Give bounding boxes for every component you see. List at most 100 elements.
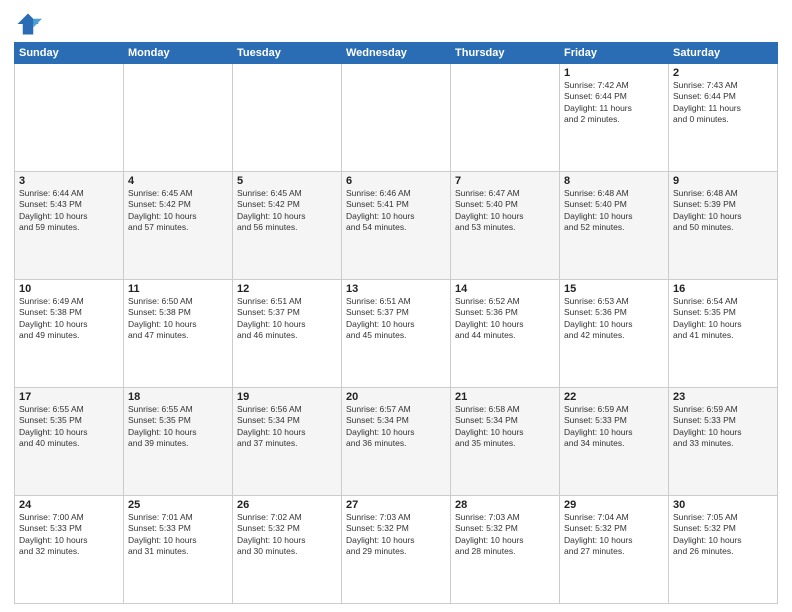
day-number: 14 xyxy=(455,283,555,295)
day-cell: 28Sunrise: 7:03 AM Sunset: 5:32 PM Dayli… xyxy=(451,496,560,604)
day-cell: 23Sunrise: 6:59 AM Sunset: 5:33 PM Dayli… xyxy=(669,388,778,496)
day-cell xyxy=(124,64,233,172)
day-cell: 22Sunrise: 6:59 AM Sunset: 5:33 PM Dayli… xyxy=(560,388,669,496)
day-number: 7 xyxy=(455,175,555,187)
day-number: 5 xyxy=(237,175,337,187)
day-number: 19 xyxy=(237,391,337,403)
day-cell: 29Sunrise: 7:04 AM Sunset: 5:32 PM Dayli… xyxy=(560,496,669,604)
weekday-header-monday: Monday xyxy=(124,43,233,64)
day-number: 20 xyxy=(346,391,446,403)
day-cell xyxy=(451,64,560,172)
day-cell: 19Sunrise: 6:56 AM Sunset: 5:34 PM Dayli… xyxy=(233,388,342,496)
day-number: 4 xyxy=(128,175,228,187)
day-info: Sunrise: 6:48 AM Sunset: 5:40 PM Dayligh… xyxy=(564,188,664,234)
day-number: 8 xyxy=(564,175,664,187)
day-cell: 13Sunrise: 6:51 AM Sunset: 5:37 PM Dayli… xyxy=(342,280,451,388)
calendar-table: SundayMondayTuesdayWednesdayThursdayFrid… xyxy=(14,42,778,604)
day-info: Sunrise: 7:03 AM Sunset: 5:32 PM Dayligh… xyxy=(455,512,555,558)
day-number: 29 xyxy=(564,499,664,511)
day-cell xyxy=(342,64,451,172)
weekday-header-friday: Friday xyxy=(560,43,669,64)
day-info: Sunrise: 6:46 AM Sunset: 5:41 PM Dayligh… xyxy=(346,188,446,234)
day-number: 30 xyxy=(673,499,773,511)
page: SundayMondayTuesdayWednesdayThursdayFrid… xyxy=(0,0,792,612)
week-row-1: 1Sunrise: 7:42 AM Sunset: 6:44 PM Daylig… xyxy=(15,64,778,172)
day-info: Sunrise: 6:51 AM Sunset: 5:37 PM Dayligh… xyxy=(237,296,337,342)
day-number: 23 xyxy=(673,391,773,403)
day-info: Sunrise: 6:51 AM Sunset: 5:37 PM Dayligh… xyxy=(346,296,446,342)
day-cell: 9Sunrise: 6:48 AM Sunset: 5:39 PM Daylig… xyxy=(669,172,778,280)
day-cell: 18Sunrise: 6:55 AM Sunset: 5:35 PM Dayli… xyxy=(124,388,233,496)
day-cell: 14Sunrise: 6:52 AM Sunset: 5:36 PM Dayli… xyxy=(451,280,560,388)
day-cell: 10Sunrise: 6:49 AM Sunset: 5:38 PM Dayli… xyxy=(15,280,124,388)
day-number: 2 xyxy=(673,67,773,79)
day-cell: 20Sunrise: 6:57 AM Sunset: 5:34 PM Dayli… xyxy=(342,388,451,496)
day-info: Sunrise: 6:59 AM Sunset: 5:33 PM Dayligh… xyxy=(564,404,664,450)
day-cell: 24Sunrise: 7:00 AM Sunset: 5:33 PM Dayli… xyxy=(15,496,124,604)
day-info: Sunrise: 7:02 AM Sunset: 5:32 PM Dayligh… xyxy=(237,512,337,558)
day-info: Sunrise: 7:01 AM Sunset: 5:33 PM Dayligh… xyxy=(128,512,228,558)
week-row-4: 17Sunrise: 6:55 AM Sunset: 5:35 PM Dayli… xyxy=(15,388,778,496)
day-number: 9 xyxy=(673,175,773,187)
weekday-header-saturday: Saturday xyxy=(669,43,778,64)
day-cell: 8Sunrise: 6:48 AM Sunset: 5:40 PM Daylig… xyxy=(560,172,669,280)
day-cell: 15Sunrise: 6:53 AM Sunset: 5:36 PM Dayli… xyxy=(560,280,669,388)
week-row-5: 24Sunrise: 7:00 AM Sunset: 5:33 PM Dayli… xyxy=(15,496,778,604)
weekday-header-wednesday: Wednesday xyxy=(342,43,451,64)
day-cell: 11Sunrise: 6:50 AM Sunset: 5:38 PM Dayli… xyxy=(124,280,233,388)
day-info: Sunrise: 7:42 AM Sunset: 6:44 PM Dayligh… xyxy=(564,80,664,126)
weekday-header-tuesday: Tuesday xyxy=(233,43,342,64)
day-cell: 6Sunrise: 6:46 AM Sunset: 5:41 PM Daylig… xyxy=(342,172,451,280)
day-info: Sunrise: 7:04 AM Sunset: 5:32 PM Dayligh… xyxy=(564,512,664,558)
day-info: Sunrise: 6:58 AM Sunset: 5:34 PM Dayligh… xyxy=(455,404,555,450)
day-cell: 2Sunrise: 7:43 AM Sunset: 6:44 PM Daylig… xyxy=(669,64,778,172)
day-info: Sunrise: 7:43 AM Sunset: 6:44 PM Dayligh… xyxy=(673,80,773,126)
day-cell: 12Sunrise: 6:51 AM Sunset: 5:37 PM Dayli… xyxy=(233,280,342,388)
weekday-header-row: SundayMondayTuesdayWednesdayThursdayFrid… xyxy=(15,43,778,64)
day-info: Sunrise: 6:45 AM Sunset: 5:42 PM Dayligh… xyxy=(237,188,337,234)
day-info: Sunrise: 6:56 AM Sunset: 5:34 PM Dayligh… xyxy=(237,404,337,450)
weekday-header-thursday: Thursday xyxy=(451,43,560,64)
day-number: 15 xyxy=(564,283,664,295)
day-info: Sunrise: 6:59 AM Sunset: 5:33 PM Dayligh… xyxy=(673,404,773,450)
day-number: 22 xyxy=(564,391,664,403)
day-number: 26 xyxy=(237,499,337,511)
day-number: 6 xyxy=(346,175,446,187)
day-cell: 16Sunrise: 6:54 AM Sunset: 5:35 PM Dayli… xyxy=(669,280,778,388)
day-info: Sunrise: 6:47 AM Sunset: 5:40 PM Dayligh… xyxy=(455,188,555,234)
day-number: 1 xyxy=(564,67,664,79)
day-cell xyxy=(15,64,124,172)
day-info: Sunrise: 6:55 AM Sunset: 5:35 PM Dayligh… xyxy=(19,404,119,450)
day-number: 17 xyxy=(19,391,119,403)
day-cell: 7Sunrise: 6:47 AM Sunset: 5:40 PM Daylig… xyxy=(451,172,560,280)
day-cell: 21Sunrise: 6:58 AM Sunset: 5:34 PM Dayli… xyxy=(451,388,560,496)
day-cell: 27Sunrise: 7:03 AM Sunset: 5:32 PM Dayli… xyxy=(342,496,451,604)
day-info: Sunrise: 6:48 AM Sunset: 5:39 PM Dayligh… xyxy=(673,188,773,234)
day-number: 16 xyxy=(673,283,773,295)
day-cell: 17Sunrise: 6:55 AM Sunset: 5:35 PM Dayli… xyxy=(15,388,124,496)
day-cell: 4Sunrise: 6:45 AM Sunset: 5:42 PM Daylig… xyxy=(124,172,233,280)
day-cell: 30Sunrise: 7:05 AM Sunset: 5:32 PM Dayli… xyxy=(669,496,778,604)
day-info: Sunrise: 6:55 AM Sunset: 5:35 PM Dayligh… xyxy=(128,404,228,450)
logo-icon xyxy=(14,10,42,38)
day-number: 28 xyxy=(455,499,555,511)
day-info: Sunrise: 7:00 AM Sunset: 5:33 PM Dayligh… xyxy=(19,512,119,558)
day-info: Sunrise: 6:44 AM Sunset: 5:43 PM Dayligh… xyxy=(19,188,119,234)
day-info: Sunrise: 7:03 AM Sunset: 5:32 PM Dayligh… xyxy=(346,512,446,558)
day-number: 3 xyxy=(19,175,119,187)
day-number: 21 xyxy=(455,391,555,403)
day-cell: 26Sunrise: 7:02 AM Sunset: 5:32 PM Dayli… xyxy=(233,496,342,604)
day-info: Sunrise: 6:54 AM Sunset: 5:35 PM Dayligh… xyxy=(673,296,773,342)
day-cell: 25Sunrise: 7:01 AM Sunset: 5:33 PM Dayli… xyxy=(124,496,233,604)
day-info: Sunrise: 6:57 AM Sunset: 5:34 PM Dayligh… xyxy=(346,404,446,450)
day-info: Sunrise: 6:52 AM Sunset: 5:36 PM Dayligh… xyxy=(455,296,555,342)
weekday-header-sunday: Sunday xyxy=(15,43,124,64)
day-info: Sunrise: 6:45 AM Sunset: 5:42 PM Dayligh… xyxy=(128,188,228,234)
day-number: 13 xyxy=(346,283,446,295)
day-number: 24 xyxy=(19,499,119,511)
day-number: 12 xyxy=(237,283,337,295)
day-cell xyxy=(233,64,342,172)
week-row-2: 3Sunrise: 6:44 AM Sunset: 5:43 PM Daylig… xyxy=(15,172,778,280)
logo xyxy=(14,10,44,38)
day-info: Sunrise: 7:05 AM Sunset: 5:32 PM Dayligh… xyxy=(673,512,773,558)
